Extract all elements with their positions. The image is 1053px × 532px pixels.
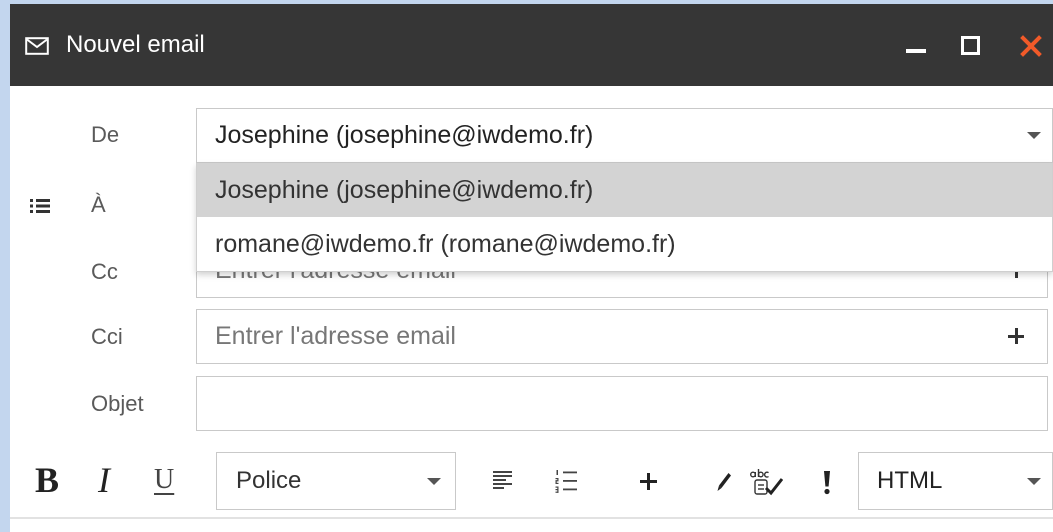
bcc-field: [196, 309, 1048, 364]
underline-button[interactable]: U: [154, 459, 174, 501]
from-selected-value: Josephine (josephine@iwdemo.fr): [215, 121, 594, 149]
from-option[interactable]: romane@iwdemo.fr (romane@iwdemo.fr): [197, 217, 1052, 271]
spellcheck-icon[interactable]: [749, 467, 783, 497]
format-select[interactable]: HTML: [858, 452, 1053, 510]
chevron-down-icon[interactable]: [1027, 478, 1041, 485]
format-select-value: HTML: [877, 467, 943, 494]
pen-icon[interactable]: [717, 472, 732, 492]
chevron-down-icon[interactable]: [1027, 132, 1041, 139]
from-option[interactable]: Josephine (josephine@iwdemo.fr): [197, 163, 1052, 217]
from-select[interactable]: Josephine (josephine@iwdemo.fr): [196, 108, 1053, 163]
compose-window: Nouvel email De Josephine (josephine@iwd…: [10, 4, 1053, 532]
insert-plus-icon[interactable]: [640, 473, 657, 490]
window-title: Nouvel email: [66, 31, 205, 58]
title-bar: Nouvel email: [10, 4, 1053, 86]
close-icon: [1020, 35, 1042, 57]
from-label: De: [91, 122, 120, 147]
minimize-icon: [906, 49, 926, 53]
bcc-input[interactable]: [197, 310, 1047, 363]
maximize-icon: [961, 36, 980, 55]
minimize-button[interactable]: [900, 30, 932, 62]
important-icon[interactable]: [823, 471, 831, 495]
font-select[interactable]: Police: [216, 452, 456, 510]
contacts-list-icon[interactable]: [30, 199, 50, 213]
to-label: À: [91, 192, 106, 217]
editor-divider: [10, 517, 1053, 519]
italic-button[interactable]: I: [98, 459, 110, 501]
numbered-list-icon[interactable]: [555, 469, 577, 493]
bold-button[interactable]: B: [35, 459, 59, 501]
bcc-add-plus-icon[interactable]: [1008, 328, 1024, 344]
subject-field: [196, 376, 1048, 431]
subject-label: Objet: [91, 391, 144, 416]
from-dropdown-list: Josephine (josephine@iwdemo.fr) romane@i…: [196, 163, 1053, 272]
chevron-down-icon[interactable]: [427, 478, 441, 485]
subject-input[interactable]: [197, 377, 1047, 430]
bcc-label: Cci: [91, 324, 123, 349]
envelope-icon: [25, 37, 49, 55]
maximize-button[interactable]: [955, 30, 987, 62]
font-select-value: Police: [236, 467, 302, 494]
align-left-icon[interactable]: [493, 471, 513, 490]
close-button[interactable]: [1014, 30, 1048, 62]
cc-label: Cc: [91, 259, 118, 284]
